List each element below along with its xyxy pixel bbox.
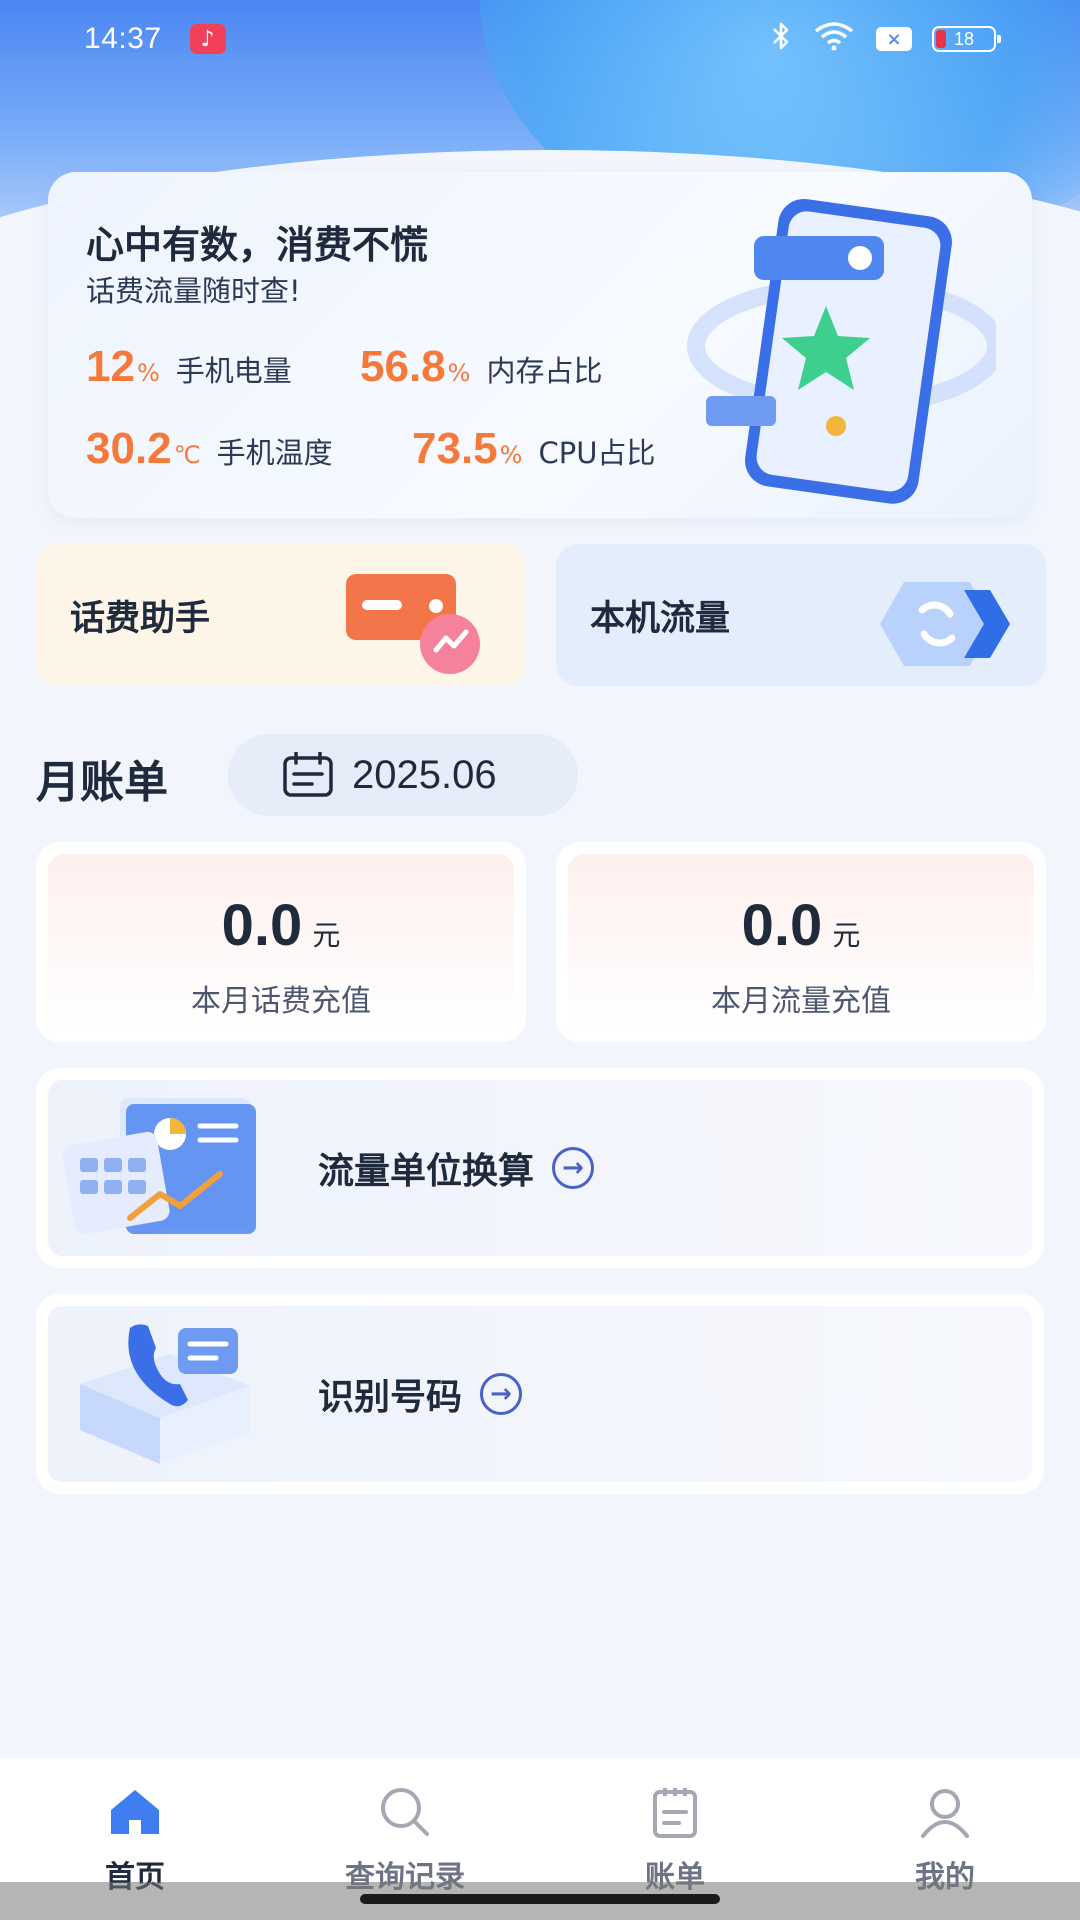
calculator-chart-illustration: [62, 1098, 256, 1235]
battery-icon: 18: [932, 26, 1001, 52]
bill-value: 0.0: [741, 893, 823, 958]
identify-number-card[interactable]: 识别号码 →: [36, 1294, 1044, 1494]
status-bar: 14:37 ♪ × 18: [0, 0, 1080, 78]
wallet-icon: [346, 574, 480, 674]
stat-label: 手机温度: [216, 436, 333, 470]
music-icon: ♪: [189, 24, 226, 54]
bill-unit: 元: [312, 919, 341, 952]
stat-unit: %: [499, 441, 523, 469]
stat-label: CPU占比: [538, 436, 656, 470]
bill-label: 本月话费充值: [191, 984, 371, 1019]
status-time: 14:37: [84, 22, 162, 55]
data-recharge-card[interactable]: 0.0 元 本月流量充值: [556, 842, 1046, 1042]
home-indicator[interactable]: [360, 1894, 720, 1904]
stat-temperature: 30.2 ℃ 手机温度: [86, 424, 333, 474]
stat-unit: %: [447, 359, 471, 387]
unit-conversion-card[interactable]: 流量单位换算 →: [36, 1068, 1044, 1268]
calendar-icon: [283, 752, 333, 797]
feature-label: 识别号码: [318, 1377, 463, 1418]
stat-unit: ℃: [173, 441, 201, 469]
hero-subtitle: 话费流量随时查!: [86, 274, 301, 308]
hero-title: 心中有数，消费不慌: [86, 223, 429, 267]
bill-label: 本月流量充值: [711, 984, 891, 1019]
user-icon: [921, 1789, 969, 1838]
bill-value: 0.0: [221, 893, 303, 958]
stat-value: 73.5: [412, 424, 498, 473]
stat-value: 12: [86, 342, 135, 391]
local-flow-card[interactable]: 本机流量: [556, 544, 1046, 686]
month-bill-title: 月账单: [36, 757, 168, 808]
phone-handset-illustration: [80, 1324, 250, 1464]
bill-unit: 元: [832, 919, 861, 952]
phone-recharge-card[interactable]: 0.0 元 本月话费充值: [36, 842, 526, 1042]
month-date: 2025.06: [352, 752, 497, 797]
fee-assistant-card[interactable]: 话费助手: [36, 544, 526, 686]
stat-value: 30.2: [86, 424, 172, 473]
local-flow-label: 本机流量: [590, 598, 731, 639]
bill-icon: [653, 1788, 697, 1838]
bluetooth-icon: [770, 21, 792, 58]
feature-label: 流量单位换算: [318, 1151, 535, 1192]
stat-unit: %: [136, 359, 160, 387]
sim-icon: ×: [876, 27, 912, 51]
stat-battery: 12 % 手机电量: [86, 342, 292, 392]
fee-assistant-label: 话费助手: [70, 598, 211, 639]
phone-illustration: [687, 198, 996, 504]
hero-card: 心中有数，消费不慌 话费流量随时查! 12 % 手机电量 56.8 % 内存占比…: [48, 172, 1032, 518]
home-icon: [111, 1790, 159, 1834]
battery-level: 18: [953, 28, 975, 49]
month-date-picker[interactable]: 2025.06: [228, 734, 578, 816]
stat-value: 56.8: [360, 342, 446, 391]
wifi-icon: [812, 21, 856, 58]
stat-cpu: 73.5 % CPU占比: [412, 424, 655, 474]
arrow-right-icon: →: [480, 1373, 523, 1415]
stat-label: 手机电量: [175, 354, 292, 388]
arrow-right-icon: →: [552, 1147, 595, 1189]
search-icon: [381, 1788, 429, 1836]
stat-label: 内存占比: [486, 354, 603, 388]
data-flow-icon: [880, 582, 1010, 666]
stat-memory: 56.8 % 内存占比: [360, 342, 602, 392]
